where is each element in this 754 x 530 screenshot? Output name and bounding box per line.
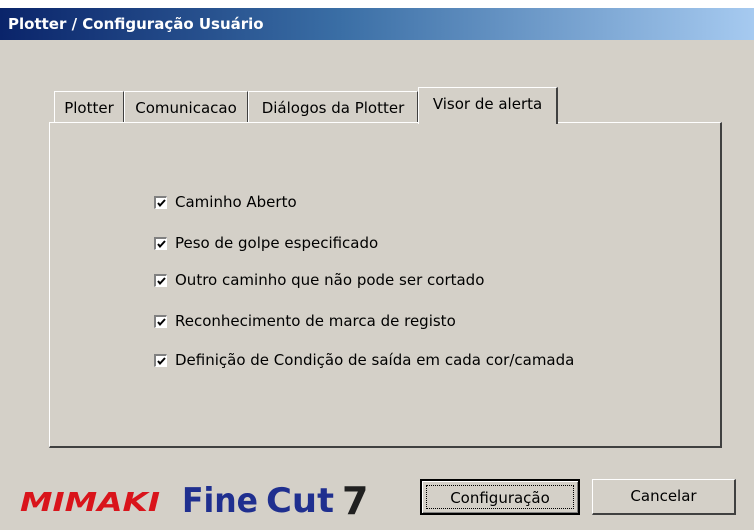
configuracao-button-label: Configuração [426, 485, 574, 509]
finecut-logo-fine: Fine [182, 481, 258, 521]
finecut-logo-version: 7 [342, 479, 368, 522]
option-label: Definição de Condição de saída em cada c… [175, 351, 575, 369]
checkmark-icon [157, 276, 166, 285]
option-label: Peso de golpe especificado [175, 234, 379, 252]
option-label: Outro caminho que não pode ser cortado [175, 271, 485, 289]
checkbox[interactable] [154, 195, 167, 209]
finecut-logo-cut: Cut [266, 481, 334, 521]
window-title: Plotter / Configuração Usuário [8, 15, 264, 33]
tab-comunicacao[interactable]: Comunicacao [124, 91, 248, 123]
checkmark-icon [157, 198, 166, 207]
option-peso-de-golpe[interactable]: Peso de golpe especificado [154, 232, 378, 254]
option-definicao-condicao[interactable]: Definição de Condição de saída em cada c… [154, 349, 574, 371]
dialog-window: Plotter / Configuração Usuário Plotter C… [0, 8, 754, 530]
mimaki-logo-text: MIMAKI [20, 488, 160, 516]
checkbox[interactable] [154, 314, 167, 328]
checkmark-icon [157, 356, 166, 365]
finecut-logo: Fine Cut 7 [182, 479, 368, 522]
option-caminho-aberto[interactable]: Caminho Aberto [154, 191, 297, 213]
option-outro-caminho[interactable]: Outro caminho que não pode ser cortado [154, 269, 484, 291]
checkbox[interactable] [154, 353, 167, 367]
checkmark-icon [157, 317, 166, 326]
configuracao-button[interactable]: Configuração [420, 479, 580, 515]
title-bar[interactable]: Plotter / Configuração Usuário [0, 8, 754, 40]
mimaki-logo: MIMAKI [20, 488, 160, 516]
tab-plotter[interactable]: Plotter [54, 91, 124, 123]
option-label: Caminho Aberto [175, 193, 297, 211]
tab-dialogos-da-plotter[interactable]: Diálogos da Plotter [248, 91, 418, 123]
checkmark-icon [157, 239, 166, 248]
cancel-button[interactable]: Cancelar [592, 479, 736, 515]
tab-visor-de-alerta[interactable]: Visor de alerta [418, 87, 558, 124]
option-reconhecimento-marca[interactable]: Reconhecimento de marca de registo [154, 310, 456, 332]
checkbox[interactable] [154, 236, 167, 250]
option-label: Reconhecimento de marca de registo [175, 312, 456, 330]
checkbox[interactable] [154, 273, 167, 287]
tab-panel-visor-de-alerta: Caminho Aberto Peso de golpe especificad… [49, 122, 722, 448]
